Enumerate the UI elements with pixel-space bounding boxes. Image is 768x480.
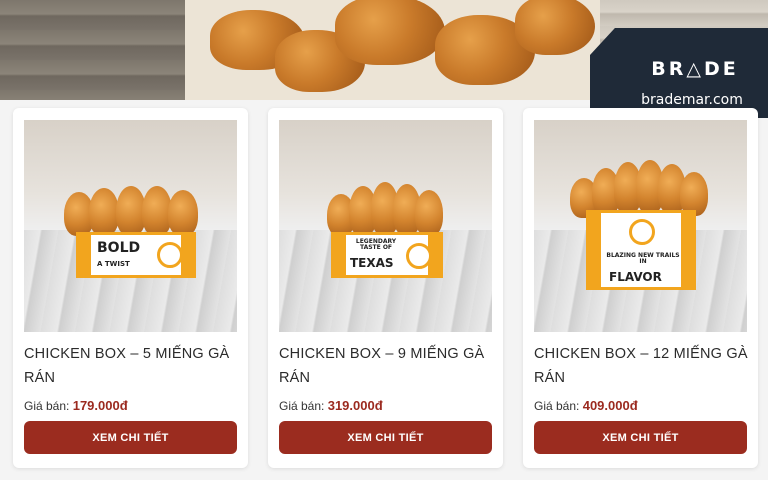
product-image: LEGENDARY TASTE OF TEXAS (279, 120, 492, 332)
product-card: BOLD A TWIST CHICKEN BOX – 5 MIẾNG GÀ RÁ… (13, 108, 248, 468)
price-label: Giá bán: (279, 399, 325, 413)
chili-icon (157, 242, 183, 268)
view-details-button[interactable]: XEM CHI TIẾT (279, 421, 492, 454)
fried-chicken-tray-image (185, 0, 605, 100)
chicken-box: LEGENDARY TASTE OF TEXAS (331, 232, 443, 278)
price-row: Giá bán: 179.000đ (24, 398, 128, 413)
star-icon (406, 243, 432, 269)
chicken-piece (515, 0, 595, 55)
price-row: Giá bán: 319.000đ (279, 398, 383, 413)
wood-background (0, 0, 200, 100)
product-grid: BOLD A TWIST CHICKEN BOX – 5 MIẾNG GÀ RÁ… (13, 108, 761, 468)
price-value: 179.000đ (72, 398, 128, 413)
price-label: Giá bán: (534, 399, 580, 413)
price-row: Giá bán: 409.000đ (534, 398, 638, 413)
chicken-box: BOLD A TWIST (76, 232, 196, 278)
price-value: 409.000đ (582, 398, 638, 413)
eagle-icon (629, 219, 655, 245)
price-value: 319.000đ (327, 398, 383, 413)
price-label: Giá bán: (24, 399, 70, 413)
brand-url: brademar.com (641, 92, 743, 108)
brand-logo: BR△DE (651, 58, 739, 80)
product-title[interactable]: CHICKEN BOX – 9 MIẾNG GÀ RÁN (279, 342, 494, 390)
chicken-box: BLAZING NEW TRAILS IN FLAVOR (586, 210, 696, 290)
product-card: LEGENDARY TASTE OF TEXAS CHICKEN BOX – 9… (268, 108, 503, 468)
product-image: BOLD A TWIST (24, 120, 237, 332)
chicken-piece (335, 0, 445, 65)
product-card: BLAZING NEW TRAILS IN FLAVOR CHICKEN BOX… (523, 108, 758, 468)
product-image: BLAZING NEW TRAILS IN FLAVOR (534, 120, 747, 332)
view-details-button[interactable]: XEM CHI TIẾT (534, 421, 747, 454)
product-title[interactable]: CHICKEN BOX – 12 MIẾNG GÀ RÁN (534, 342, 749, 390)
view-details-button[interactable]: XEM CHI TIẾT (24, 421, 237, 454)
product-title[interactable]: CHICKEN BOX – 5 MIẾNG GÀ RÁN (24, 342, 239, 390)
